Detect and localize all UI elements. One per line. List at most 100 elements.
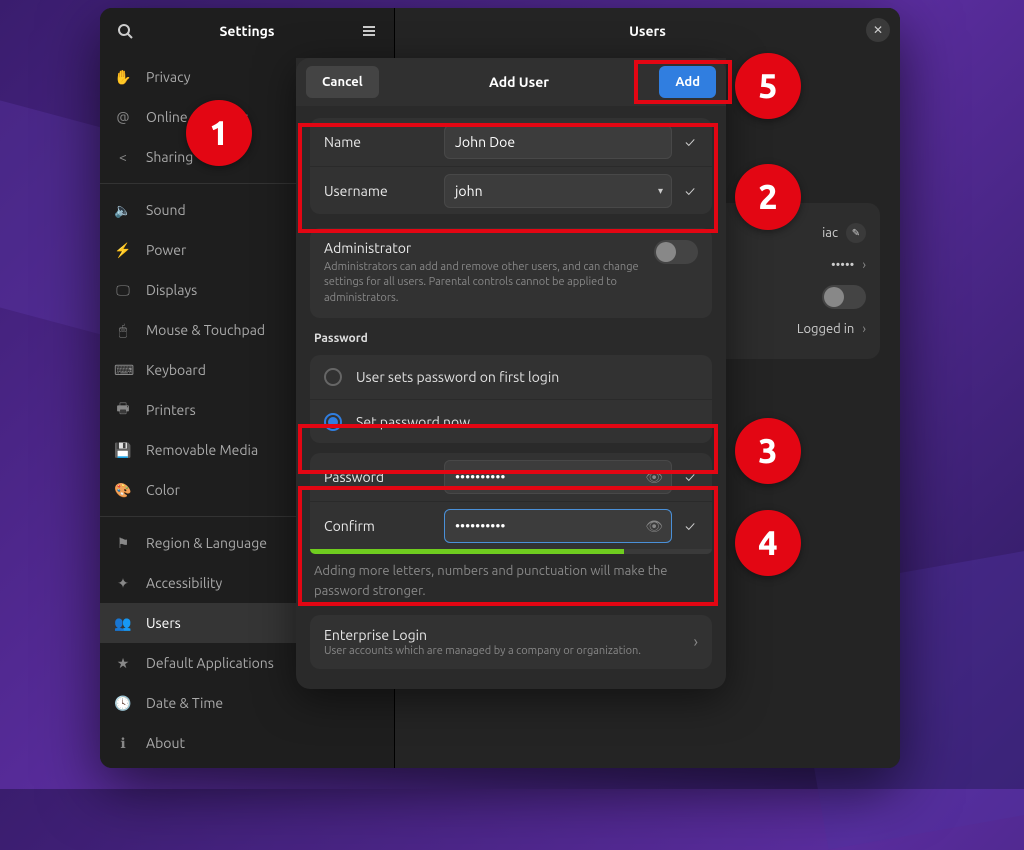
administrator-row: Administrator Administrators can add and… <box>310 228 712 318</box>
sidebar-item-label: Region & Language <box>146 535 267 551</box>
admin-title: Administrator <box>324 240 640 256</box>
sidebar-item-label: Displays <box>146 282 197 298</box>
add-button[interactable]: Add <box>659 66 716 98</box>
name-row: Name John Doe ✓ <box>310 118 712 166</box>
username-row: Username john▾ ✓ <box>310 166 712 214</box>
user-toggle[interactable] <box>822 285 866 309</box>
mouse-icon: 🖱 <box>114 322 132 339</box>
sidebar-item-label: Users <box>146 615 181 631</box>
sidebar-item-label: Default Applications <box>146 655 274 671</box>
password-radio-group: User sets password on first login Set pa… <box>310 355 712 443</box>
password-fields: Password ••••••••••👁 ✓ Confirm •••••••••… <box>310 453 712 549</box>
existing-user-card: iac ✎ ••••• › Logged in › <box>710 203 880 359</box>
annotation-badge-1: 1 <box>186 100 252 166</box>
radio-icon <box>324 413 342 431</box>
dialog-header: Cancel Add User Add <box>296 58 726 106</box>
admin-description: Administrators can add and remove other … <box>324 260 640 306</box>
confirm-row: Confirm ••••••••••👁 ✓ <box>310 501 712 549</box>
cancel-button[interactable]: Cancel <box>306 66 379 98</box>
radio-first-login[interactable]: User sets password on first login <box>310 355 712 399</box>
sound-icon: 🔈 <box>114 202 132 219</box>
sidebar-item-label: Sharing <box>146 149 193 165</box>
password-row: Password ••••••••••👁 ✓ <box>310 453 712 501</box>
password-section-label: Password <box>314 332 708 345</box>
chevron-right-icon[interactable]: › <box>862 258 866 272</box>
radio-label: Set password now <box>356 414 470 430</box>
color-icon: 🎨 <box>114 482 132 499</box>
check-icon: ✓ <box>682 134 698 150</box>
password-label: Password <box>324 469 434 485</box>
admin-toggle[interactable] <box>654 240 698 264</box>
hamburger-icon[interactable] <box>354 16 384 46</box>
radio-label: User sets password on first login <box>356 369 559 385</box>
username-label: Username <box>324 183 434 199</box>
enterprise-title: Enterprise Login <box>324 627 684 643</box>
apps-icon: ★ <box>114 655 132 672</box>
sidebar-item-label: About <box>146 735 185 751</box>
annotation-badge-4: 4 <box>735 510 801 576</box>
region-icon: ⚑ <box>114 535 132 552</box>
displays-icon: 🖵 <box>114 282 132 299</box>
user-password-dots: ••••• <box>831 258 854 272</box>
dialog-title: Add User <box>379 74 660 90</box>
password-input[interactable]: ••••••••••👁 <box>444 460 672 494</box>
sidebar-item-label: Privacy <box>146 69 190 85</box>
main-header: Users ✕ <box>395 8 900 53</box>
check-icon: ✓ <box>682 469 698 485</box>
sidebar-item-label: Removable Media <box>146 442 258 458</box>
sidebar-item-label: Color <box>146 482 180 498</box>
sharing-icon: < <box>114 149 132 165</box>
dialog-body: Name John Doe ✓ Username john▾ ✓ Adminis… <box>296 106 726 681</box>
pencil-icon[interactable]: ✎ <box>846 223 866 243</box>
sidebar-item-label: Power <box>146 242 186 258</box>
enterprise-description: User accounts which are managed by a com… <box>324 645 684 657</box>
user-status: Logged in <box>797 322 855 336</box>
chevron-down-icon[interactable]: ▾ <box>658 185 663 197</box>
strength-fill <box>310 549 624 554</box>
sidebar-header: Settings <box>100 8 394 53</box>
sidebar-title: Settings <box>140 23 354 39</box>
enterprise-login-row[interactable]: Enterprise Login User accounts which are… <box>310 615 712 669</box>
name-input[interactable]: John Doe <box>444 125 672 159</box>
sidebar-item-label: Date & Time <box>146 695 223 711</box>
close-icon[interactable]: ✕ <box>866 18 890 42</box>
sidebar-item-label: Accessibility <box>146 575 222 591</box>
strength-meter <box>310 549 712 554</box>
media-icon: 💾 <box>114 442 132 459</box>
check-icon: ✓ <box>682 183 698 199</box>
chevron-right-icon: › <box>694 633 699 651</box>
power-icon: ⚡ <box>114 242 132 259</box>
identity-fields: Name John Doe ✓ Username john▾ ✓ <box>310 118 712 214</box>
page-title: Users <box>629 23 666 39</box>
annotation-badge-3: 3 <box>735 418 801 484</box>
about-icon: ℹ <box>114 735 132 752</box>
accessibility-icon: ✦ <box>114 575 132 592</box>
name-label: Name <box>324 134 434 150</box>
sidebar-item-label: Printers <box>146 402 196 418</box>
sidebar-item-about[interactable]: ℹ About <box>100 723 394 763</box>
sidebar-item-label: Sound <box>146 202 186 218</box>
eye-icon[interactable]: 👁 <box>645 469 663 486</box>
chevron-right-icon[interactable]: › <box>862 322 866 336</box>
search-icon[interactable] <box>110 16 140 46</box>
sidebar-item-label: Mouse & Touchpad <box>146 322 265 338</box>
password-hint: Adding more letters, numbers and punctua… <box>314 562 708 601</box>
user-name-suffix: iac <box>822 226 838 240</box>
eye-icon[interactable]: 👁 <box>645 518 663 535</box>
privacy-icon: ✋ <box>114 69 132 86</box>
keyboard-icon: ⌨ <box>114 362 132 379</box>
sidebar-item-label: Keyboard <box>146 362 206 378</box>
check-icon: ✓ <box>682 518 698 534</box>
add-user-dialog: Cancel Add User Add Name John Doe ✓ User… <box>296 58 726 689</box>
annotation-badge-5: 5 <box>735 53 801 119</box>
printers-icon: 🖶 <box>114 398 132 422</box>
radio-set-now[interactable]: Set password now <box>310 399 712 443</box>
username-input[interactable]: john▾ <box>444 174 672 208</box>
confirm-label: Confirm <box>324 518 434 534</box>
online-icon: @ <box>114 109 132 125</box>
confirm-input[interactable]: ••••••••••👁 <box>444 509 672 543</box>
clock-icon: 🕓 <box>114 695 132 712</box>
users-icon: 👥 <box>114 615 132 632</box>
radio-icon <box>324 368 342 386</box>
annotation-badge-2: 2 <box>735 164 801 230</box>
